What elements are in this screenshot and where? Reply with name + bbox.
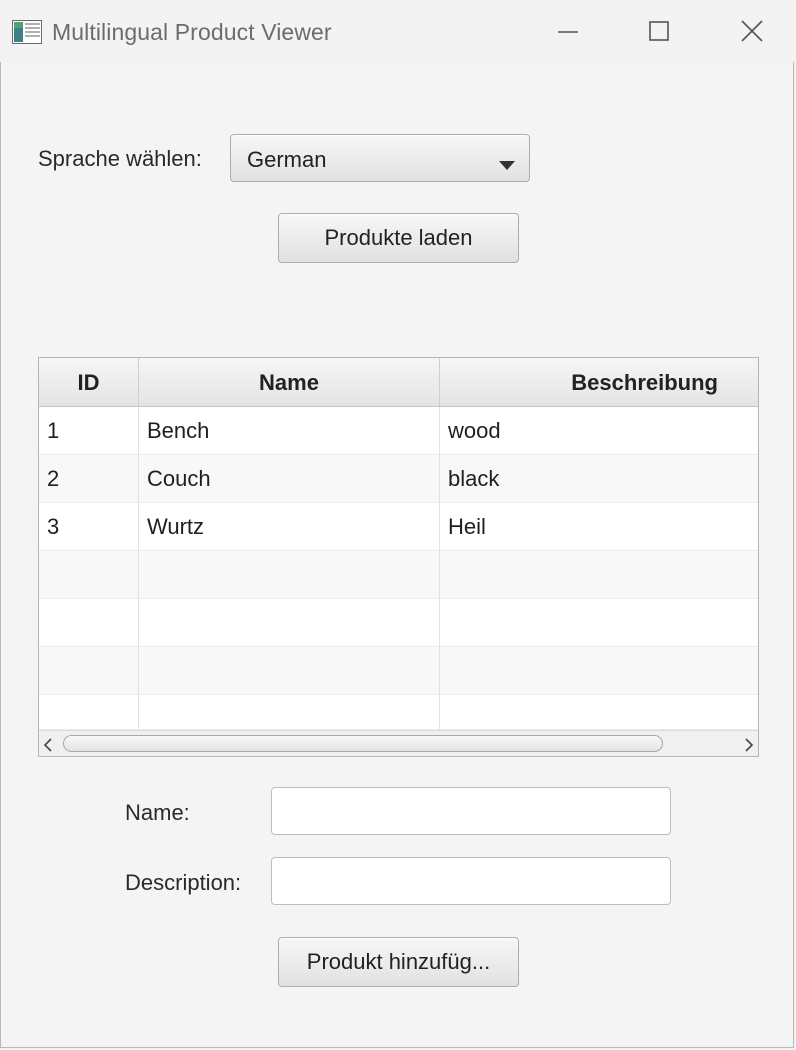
cell-id: 1 [39, 407, 139, 455]
empty-cell [39, 551, 139, 599]
minimize-icon[interactable] [548, 16, 588, 48]
empty-cell [39, 647, 139, 695]
chevron-left-icon[interactable] [43, 737, 53, 756]
cell-name: Bench [139, 407, 440, 455]
cell-id: 3 [39, 503, 139, 551]
app-window-icon [12, 20, 42, 44]
column-header-name[interactable]: Name [139, 358, 440, 406]
table-row[interactable]: 3 Wurtz Heil [39, 503, 758, 551]
empty-cell [440, 647, 758, 695]
cell-description: black [448, 466, 500, 491]
horizontal-scrollbar[interactable] [39, 730, 758, 756]
language-select[interactable]: German [230, 134, 530, 182]
load-products-button[interactable]: Produkte laden [278, 213, 519, 263]
add-product-button[interactable]: Produkt hinzufüg... [278, 937, 519, 987]
empty-table-row [39, 599, 758, 647]
name-field[interactable] [271, 787, 671, 835]
column-header-description[interactable]: Beschreibung [440, 358, 758, 406]
empty-cell [139, 551, 440, 599]
chevron-right-icon[interactable] [744, 737, 754, 756]
table-row[interactable]: 2 Couch black [39, 455, 758, 503]
cell-description: wood [448, 418, 501, 443]
table-header: ID Name Beschreibung [39, 358, 758, 407]
name-label: Name: [125, 800, 190, 825]
description-field[interactable] [271, 857, 671, 905]
empty-cell [440, 551, 758, 599]
cell-name: Wurtz [139, 503, 440, 551]
title-bar[interactable]: Multilingual Product Viewer [0, 0, 796, 62]
table-body: 1 Bench wood 2 Couch black 3 Wurtz Heil [39, 407, 758, 743]
empty-cell [440, 599, 758, 647]
close-icon[interactable] [732, 16, 772, 48]
table-row[interactable]: 1 Bench wood [39, 407, 758, 455]
empty-cell [139, 647, 440, 695]
language-label: Sprache wählen: [38, 146, 202, 171]
empty-table-row [39, 647, 758, 695]
empty-cell [139, 599, 440, 647]
maximize-icon[interactable] [639, 16, 679, 48]
empty-table-row [39, 551, 758, 599]
products-table[interactable]: ID Name Beschreibung 1 Bench wood 2 Couc… [38, 357, 759, 757]
language-selected-value: German [247, 147, 327, 172]
scrollbar-thumb[interactable] [63, 735, 663, 752]
cell-description: Heil [448, 514, 486, 539]
cell-id: 2 [39, 455, 139, 503]
chevron-down-icon [499, 155, 515, 174]
cell-name: Couch [139, 455, 440, 503]
empty-cell [39, 599, 139, 647]
window-title: Multilingual Product Viewer [52, 19, 332, 45]
empty-table-row [39, 695, 758, 743]
description-label: Description: [125, 870, 242, 895]
column-header-id[interactable]: ID [39, 358, 139, 406]
